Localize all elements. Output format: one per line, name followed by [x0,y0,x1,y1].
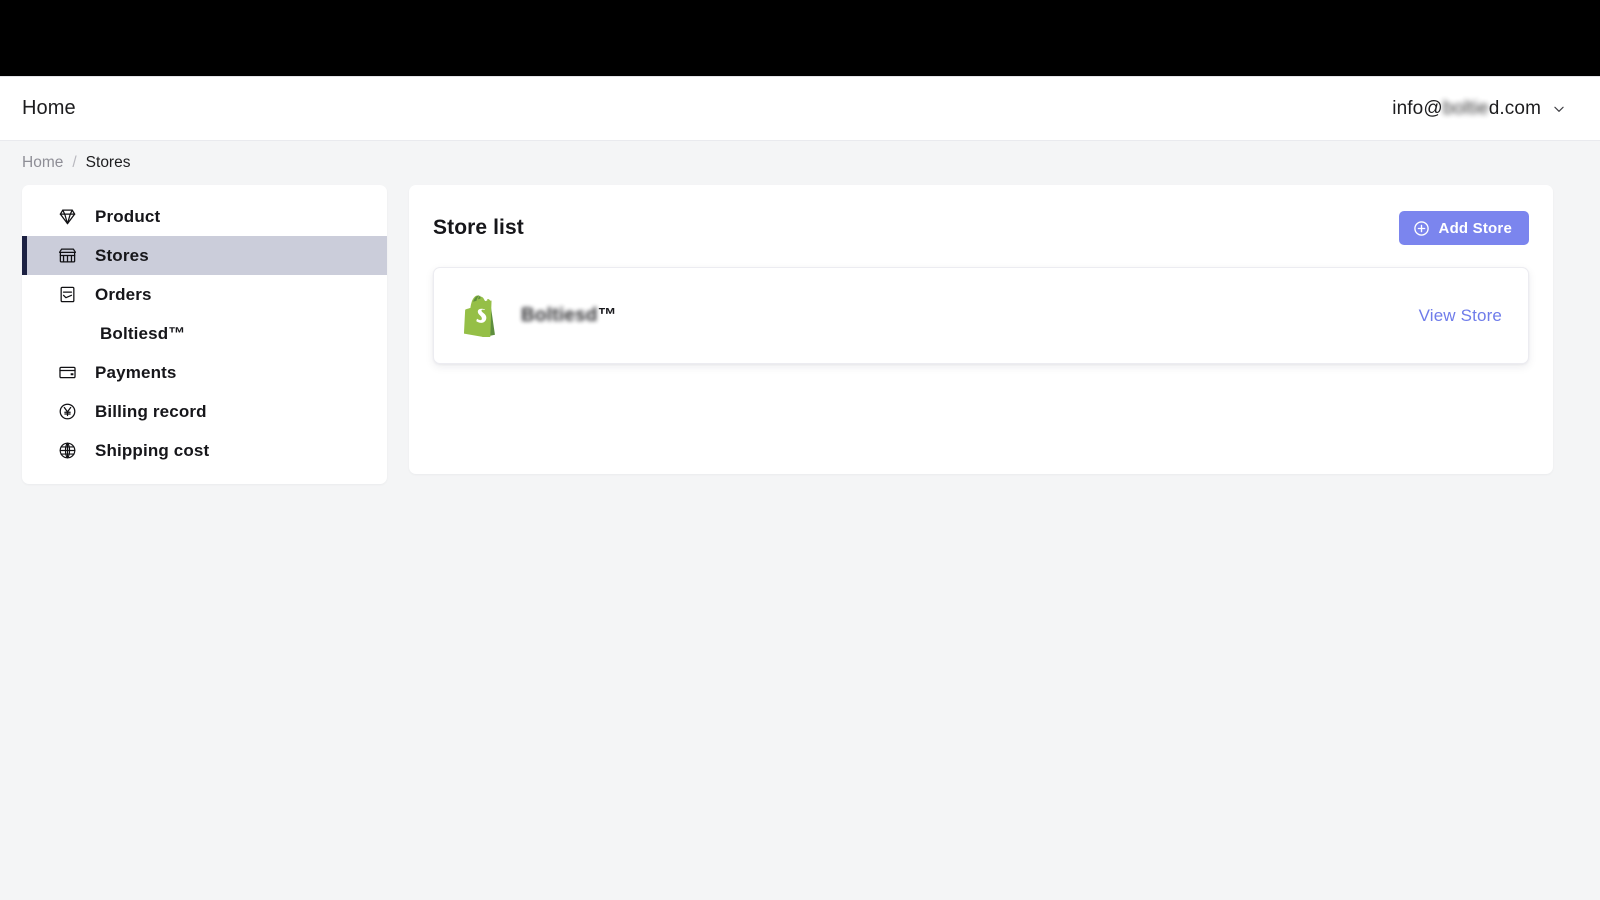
sidebar-item-payments[interactable]: Payments [22,353,387,392]
store-identity: Boltiesd™ [464,294,617,338]
store-list-title: Store list [433,216,524,239]
account-email: info@boltied.com [1392,98,1541,120]
browser-chrome-bar [0,0,1600,76]
sidebar-nav: Product Stores Orders Boltiesd™ Payments… [22,185,387,484]
store-name-redacted: Boltiesd [521,304,598,326]
sidebar-item-label: Shipping cost [95,440,210,460]
sidebar-item-label: Payments [95,362,177,382]
chevron-down-icon[interactable] [1552,102,1566,116]
account-email-prefix: info@ [1392,97,1443,119]
sidebar-item-orders[interactable]: Orders [22,275,387,314]
add-store-label: Add Store [1438,219,1512,237]
breadcrumb-item-home[interactable]: Home [22,154,63,172]
breadcrumb-separator: / [72,154,77,171]
store-name-suffix: ™ [597,304,617,326]
yen-circle-icon [58,402,77,421]
sidebar-item-label: Product [95,206,161,226]
plus-circle-icon [1413,220,1430,237]
account-menu[interactable]: info@boltied.com [1392,98,1578,120]
app-header: Home info@boltied.com [0,76,1600,141]
store-list-item[interactable]: Boltiesd™ View Store [433,267,1529,364]
order-receipt-icon [58,285,77,304]
sidebar-subitem-label: Boltiesd™ [100,323,186,343]
sidebar-item-label: Stores [95,245,149,265]
store-list-panel: Store list Add Store Boltiesd™ View Stor… [409,185,1553,474]
store-name: Boltiesd™ [521,305,617,327]
sidebar-item-stores[interactable]: Stores [22,236,387,275]
panel-header: Store list Add Store [433,207,1529,249]
page-title: Home [22,97,76,119]
add-store-button[interactable]: Add Store [1398,211,1529,245]
sidebar-item-label: Orders [95,284,152,304]
credit-card-icon [58,363,77,382]
shopify-logo-icon [464,294,503,338]
account-email-suffix: d.com [1488,97,1541,119]
breadcrumb: Home / Stores [0,141,1600,185]
sidebar-item-shipping-cost[interactable]: Shipping cost [22,431,387,470]
storefront-icon [58,246,77,265]
globe-icon [58,441,77,460]
sidebar-item-billing-record[interactable]: Billing record [22,392,387,431]
account-email-redacted: boltie [1442,97,1489,119]
view-store-link[interactable]: View Store [1419,306,1502,326]
sidebar-item-product[interactable]: Product [22,197,387,236]
page-body: Product Stores Orders Boltiesd™ Payments… [0,185,1600,484]
sidebar-subitem-boltiesd[interactable]: Boltiesd™ [22,314,387,353]
sidebar-item-label: Billing record [95,401,207,421]
diamond-icon [58,207,77,226]
breadcrumb-item-stores: Stores [85,154,131,171]
